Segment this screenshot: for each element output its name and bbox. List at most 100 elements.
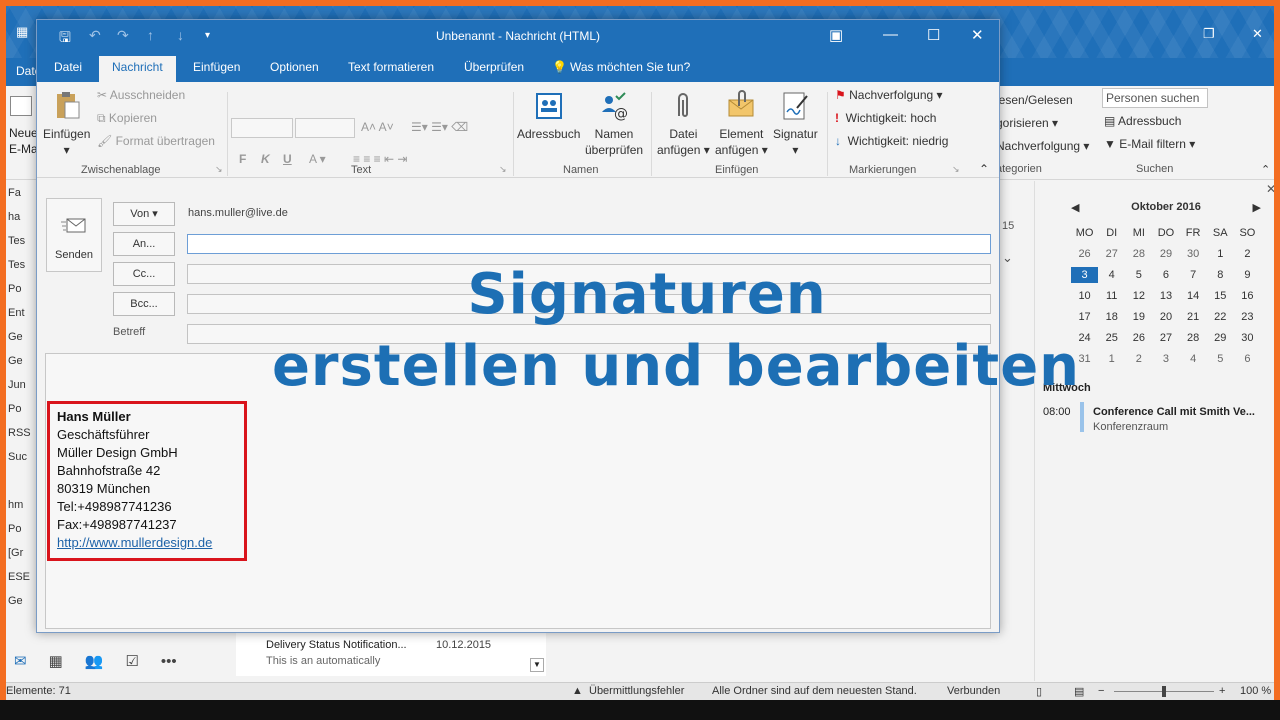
folder-item[interactable]: hm <box>6 493 36 517</box>
collapse-ribbon-icon[interactable]: ⌃ <box>1261 163 1270 176</box>
signature-button[interactable]: Signatur ▾ <box>773 90 818 158</box>
clipboard-launcher-icon[interactable]: ↘ <box>215 164 223 175</box>
agenda-title[interactable]: Conference Call mit Smith Ve... <box>1093 406 1255 418</box>
signature-city: 80319 München <box>57 481 151 496</box>
followup-button[interactable]: ⚑ Nachverfolgung ▾ <box>835 88 943 102</box>
tasks-icon[interactable]: ☑ <box>125 652 138 670</box>
list-item[interactable]: Delivery Status Notification... 10.12.20… <box>236 632 546 676</box>
email-filter-button[interactable]: ▼ E-Mail filtern ▾ <box>1104 137 1195 151</box>
folder-item[interactable]: Jun <box>6 373 36 397</box>
more-icon[interactable]: ••• <box>161 653 177 670</box>
prev-month-icon[interactable]: ◀ <box>1071 201 1079 214</box>
next-month-icon[interactable]: ▶ <box>1253 201 1261 214</box>
to-field[interactable] <box>187 234 991 254</box>
separator <box>227 92 228 176</box>
folder-item[interactable]: Ge <box>6 325 36 349</box>
font-size-box[interactable] <box>295 118 355 138</box>
scroll-down-icon[interactable]: ▼ <box>530 658 544 672</box>
calendar-day[interactable]: 29 <box>1152 246 1179 262</box>
compose-ribbon: Einfügen ▾ ✂ Ausschneiden ⧉ Kopieren 🖌 Fo… <box>37 82 999 178</box>
followup-button[interactable]: Nachverfolgung ▾ <box>996 139 1089 153</box>
signature-block[interactable]: Hans Müller Geschäftsführer Müller Desig… <box>47 401 247 561</box>
paste-button[interactable]: Einfügen ▾ <box>43 90 90 158</box>
send-error-status[interactable]: Übermittlungsfehler <box>589 685 684 697</box>
text-launcher-icon[interactable]: ↘ <box>499 164 507 175</box>
folder-item[interactable]: Fa <box>6 181 36 205</box>
folder-item[interactable]: Ge <box>6 349 36 373</box>
calendar-icon[interactable]: ▦ <box>49 652 63 670</box>
folder-item[interactable]: Suc <box>6 445 36 469</box>
restore-icon[interactable]: ❐ <box>1203 26 1215 42</box>
copy-button[interactable]: ⧉ Kopieren <box>97 111 157 126</box>
close-icon[interactable]: ✕ <box>1252 26 1263 42</box>
italic-button[interactable]: K <box>261 152 270 166</box>
mail-icon[interactable]: ✉ <box>14 652 27 670</box>
clipboard-group-label: Zwischenablage <box>81 164 161 176</box>
folder-item[interactable]: Ge <box>6 589 36 613</box>
tab-text-formatieren[interactable]: Text formatieren <box>348 60 434 74</box>
zoom-level[interactable]: 100 % <box>1240 685 1271 697</box>
calendar-day[interactable]: 1 <box>1207 246 1234 262</box>
collapse-ribbon-icon[interactable]: ⌃ <box>979 162 989 176</box>
tell-me-search[interactable]: Was möchten Sie tun? <box>570 60 690 74</box>
address-book-button[interactable]: ▤ Adressbuch <box>1104 114 1181 128</box>
cut-button[interactable]: ✂ Ausschneiden <box>97 88 185 102</box>
folder-item[interactable] <box>6 469 36 493</box>
normal-view-icon[interactable]: ▯ <box>1036 685 1042 698</box>
people-icon[interactable]: 👥 <box>85 652 104 670</box>
insert-group-label: Einfügen <box>715 164 759 176</box>
low-importance-button[interactable]: ↓ Wichtigkeit: niedrig <box>835 134 948 148</box>
send-icon <box>61 218 86 233</box>
new-email-label[interactable]: Neue <box>9 126 38 140</box>
calendar-day[interactable]: 30 <box>1180 246 1207 262</box>
format-painter-button[interactable]: 🖌 Format übertragen <box>97 134 215 148</box>
zoom-thumb[interactable] <box>1162 686 1166 697</box>
ribbon-display-icon[interactable]: ▣ <box>829 26 843 44</box>
folder-item[interactable]: Po <box>6 397 36 421</box>
agenda-marker <box>1080 402 1084 432</box>
grow-font-icon[interactable]: A˄ A˅ <box>361 120 394 134</box>
send-button[interactable]: Senden <box>46 198 102 272</box>
check-names-button[interactable]: @ Namen überprüfen <box>585 90 643 158</box>
minimize-icon[interactable]: — <box>883 26 898 43</box>
calendar-day[interactable]: 26 <box>1071 246 1098 262</box>
tab-einfuegen[interactable]: Einfügen <box>193 60 240 74</box>
tab-ueberpruefen[interactable]: Überprüfen <box>464 60 524 74</box>
bold-button[interactable]: F <box>239 152 246 166</box>
read-unread-button[interactable]: lesen/Gelesen <box>996 93 1073 107</box>
calendar-day[interactable]: 28 <box>1125 246 1152 262</box>
new-email-icon[interactable] <box>10 96 32 116</box>
tab-nachricht[interactable]: Nachricht <box>99 56 176 82</box>
font-name-box[interactable] <box>231 118 293 138</box>
attach-item-button[interactable]: Element anfügen ▾ <box>715 90 768 158</box>
font-color-icon[interactable]: A ▾ <box>309 152 326 166</box>
categorize-button[interactable]: gorisieren ▾ <box>996 116 1058 130</box>
tab-optionen[interactable]: Optionen <box>270 60 319 74</box>
attach-file-button[interactable]: Datei anfügen ▾ <box>657 90 710 158</box>
from-dropdown-icon: ▾ <box>152 208 158 220</box>
maximize-icon[interactable]: ☐ <box>927 26 940 44</box>
calendar-day[interactable]: 27 <box>1098 246 1125 262</box>
signature-web-link[interactable]: http://www.mullerdesign.de <box>57 534 244 552</box>
to-button[interactable]: An... <box>113 232 175 256</box>
bullets-icon[interactable]: ☰▾ ☰▾ ⌫ <box>411 120 468 134</box>
folder-item[interactable]: RSS <box>6 421 36 445</box>
search-people-input[interactable]: Personen suchen <box>1102 88 1208 108</box>
calendar-day[interactable]: 2 <box>1234 246 1261 262</box>
address-book-button[interactable]: Adressbuch <box>517 90 580 142</box>
folder-item[interactable]: Tes <box>6 229 36 253</box>
folder-item[interactable]: [Gr <box>6 541 36 565</box>
from-button[interactable]: Von ▾ <box>113 202 175 226</box>
underline-button[interactable]: U <box>283 152 292 166</box>
folder-item[interactable]: Po <box>6 517 36 541</box>
reading-view-icon[interactable]: ▤ <box>1074 685 1084 698</box>
tags-launcher-icon[interactable]: ↘ <box>952 164 960 175</box>
todo-close-icon[interactable]: ✕ <box>1266 182 1274 196</box>
folder-item[interactable]: ESE <box>6 565 36 589</box>
high-importance-button[interactable]: ! Wichtigkeit: hoch <box>835 111 936 125</box>
zoom-out-icon[interactable]: − <box>1098 685 1104 697</box>
zoom-in-icon[interactable]: + <box>1219 685 1225 697</box>
window-close-icon[interactable]: ✕ <box>971 26 984 44</box>
folder-item[interactable]: ha <box>6 205 36 229</box>
tab-datei[interactable]: Datei <box>54 60 82 74</box>
